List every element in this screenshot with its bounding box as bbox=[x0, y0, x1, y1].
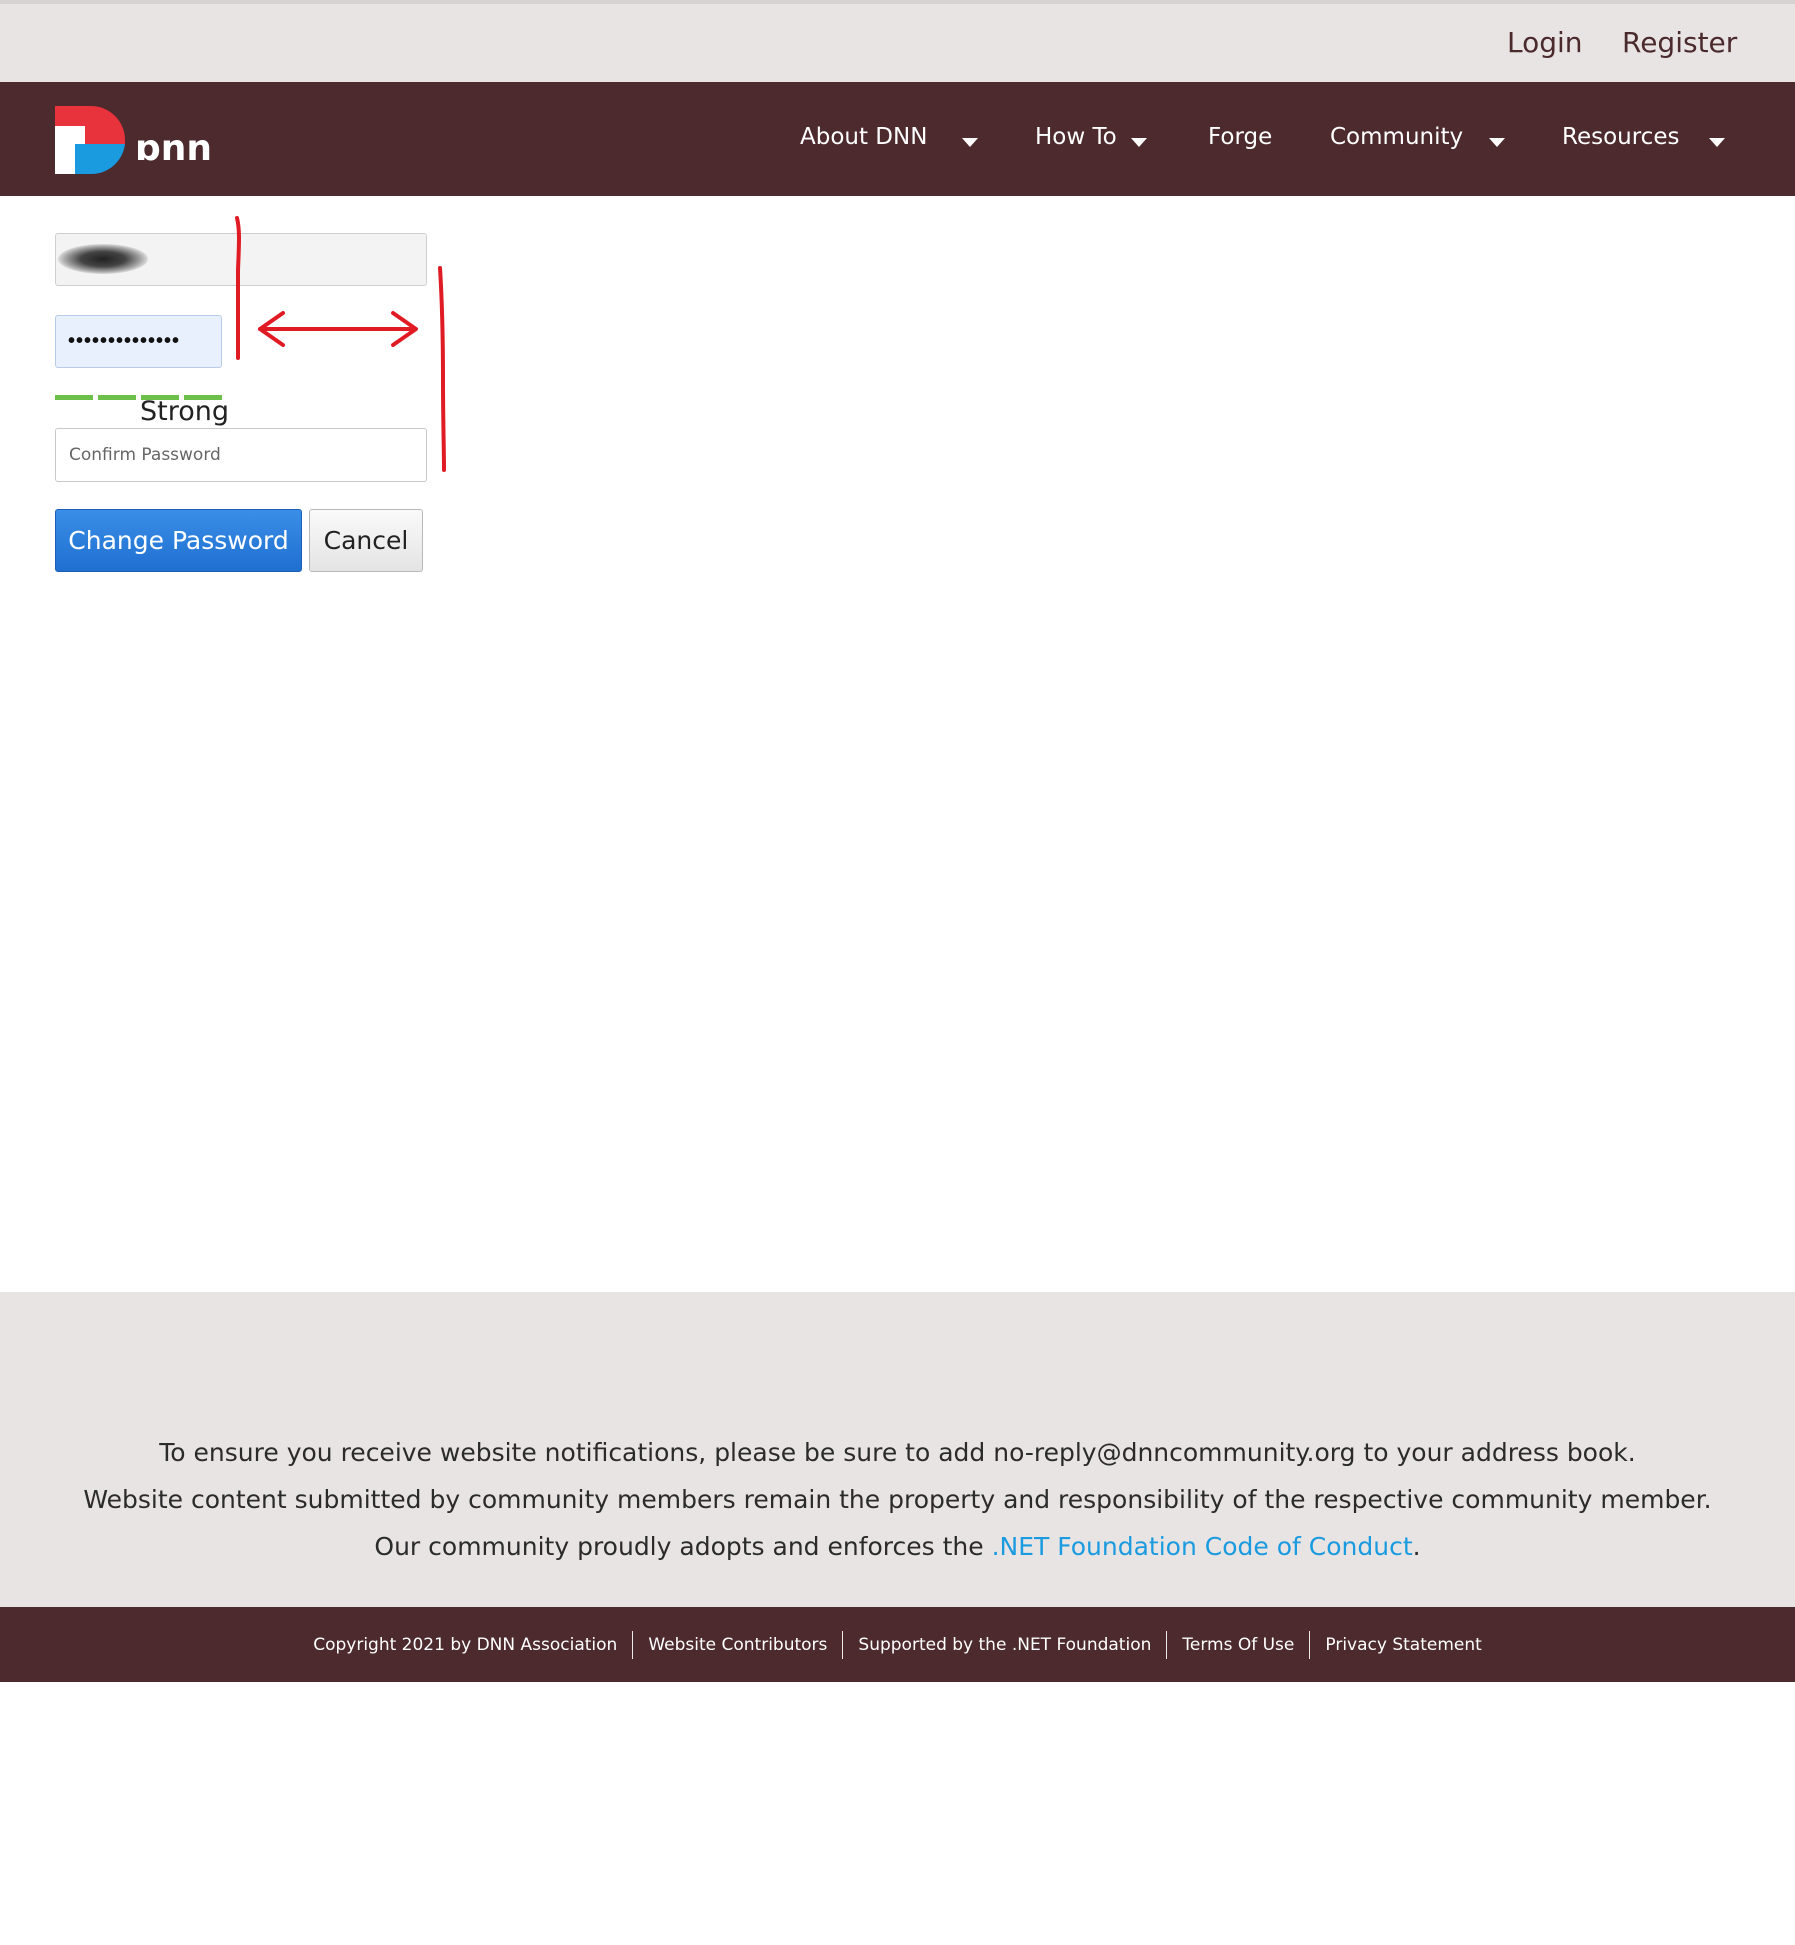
annotation-arrowhead-right bbox=[391, 311, 418, 347]
chevron-down-icon[interactable] bbox=[1489, 138, 1505, 147]
chevron-down-icon[interactable] bbox=[1709, 138, 1725, 147]
confirm-password-field[interactable] bbox=[55, 428, 427, 482]
annotation-right-line bbox=[438, 266, 446, 472]
cancel-button[interactable]: Cancel bbox=[309, 509, 423, 572]
footer-divider bbox=[632, 1630, 634, 1659]
footer-divider bbox=[1309, 1630, 1311, 1659]
footer-link-net-foundation[interactable]: Supported by the .NET Foundation bbox=[843, 1635, 1166, 1655]
register-link[interactable]: Register bbox=[1622, 26, 1737, 59]
nav-community[interactable]: Community bbox=[1330, 124, 1463, 150]
strength-meter-segment bbox=[98, 395, 136, 400]
nav-how-to[interactable]: How To bbox=[1035, 124, 1117, 150]
dnn-logo-icon: ɒnn bbox=[55, 106, 212, 175]
dnn-logo[interactable]: ɒnn bbox=[55, 106, 245, 176]
redacted-username-smudge bbox=[58, 244, 148, 274]
footer-coc-prefix: Our community proudly adopts and enforce… bbox=[374, 1532, 992, 1561]
nav-forge[interactable]: Forge bbox=[1208, 124, 1272, 150]
chevron-down-icon[interactable] bbox=[962, 138, 978, 147]
top-utility-bar: Login Register bbox=[0, 0, 1795, 82]
footer-bottom-bar: Copyright 2021 by DNN Association Websit… bbox=[0, 1607, 1795, 1682]
footer-divider bbox=[842, 1630, 844, 1659]
footer-link-terms-of-use[interactable]: Terms Of Use bbox=[1167, 1635, 1309, 1655]
change-password-button[interactable]: Change Password bbox=[55, 509, 302, 572]
new-password-field[interactable]: •••••••••••••• bbox=[55, 315, 222, 368]
footer-notice-line: Our community proudly adopts and enforce… bbox=[0, 1532, 1795, 1561]
logo-wordmark: ɒnn bbox=[135, 128, 212, 169]
footer-link-website-contributors[interactable]: Website Contributors bbox=[633, 1635, 842, 1655]
password-strength-label: Strong bbox=[140, 396, 230, 427]
footer-notice-line: To ensure you receive website notificati… bbox=[159, 1438, 1636, 1467]
footer-coc-suffix: . bbox=[1412, 1532, 1421, 1561]
username-field[interactable] bbox=[55, 233, 427, 286]
annotation-arrowhead-left bbox=[258, 311, 285, 347]
login-link[interactable]: Login bbox=[1507, 26, 1583, 59]
footer-divider bbox=[1166, 1630, 1168, 1659]
footer-notice-area: To ensure you receive website notificati… bbox=[0, 1292, 1795, 1607]
footer-copyright: Copyright 2021 by DNN Association bbox=[313, 1634, 618, 1655]
footer-link-privacy-statement[interactable]: Privacy Statement bbox=[1310, 1635, 1496, 1655]
code-of-conduct-link[interactable]: .NET Foundation Code of Conduct bbox=[992, 1532, 1413, 1561]
nav-resources[interactable]: Resources bbox=[1562, 124, 1679, 150]
strength-meter-segment bbox=[55, 395, 93, 400]
footer-notice-line: Website content submitted by community m… bbox=[83, 1485, 1712, 1514]
main-navbar: ɒnn About DNN How To Forge Community Res… bbox=[0, 82, 1795, 196]
chevron-down-icon[interactable] bbox=[1131, 138, 1147, 147]
nav-about-dnn[interactable]: About DNN bbox=[800, 124, 927, 150]
confirm-password-input[interactable] bbox=[56, 429, 426, 481]
